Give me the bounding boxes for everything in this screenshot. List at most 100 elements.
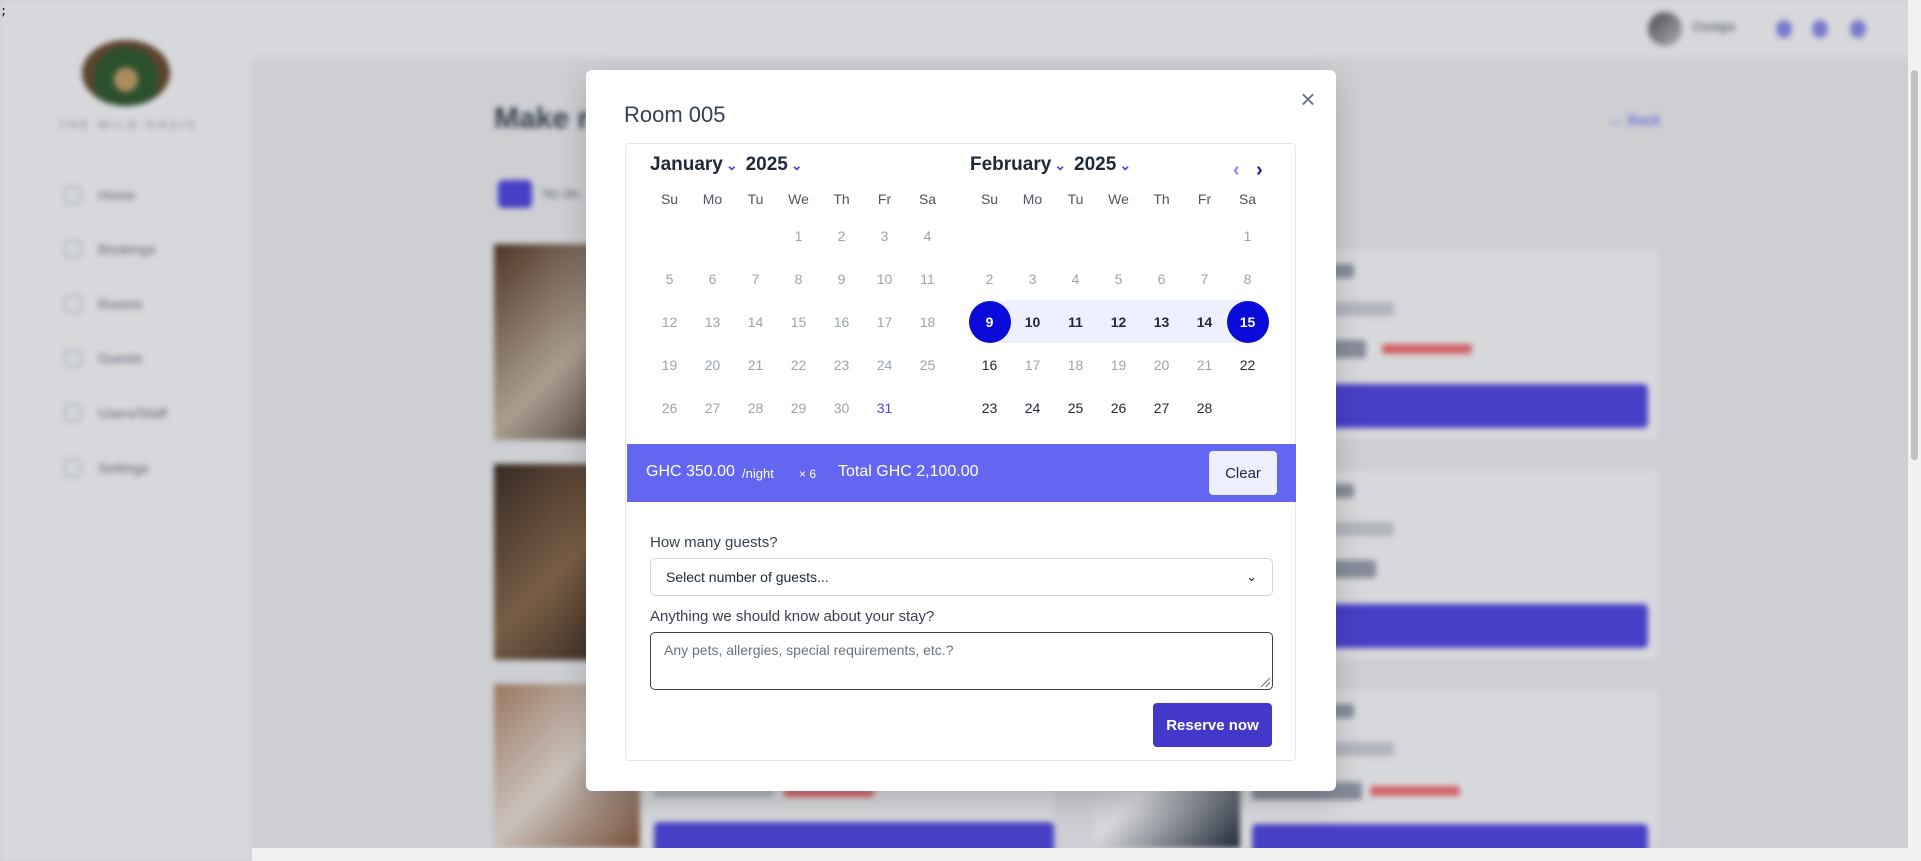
guests-select[interactable]: Select number of guests... ⌄	[650, 558, 1273, 596]
calendar-day-number: 26	[661, 399, 678, 416]
calendar-day[interactable]: 19	[1097, 343, 1140, 386]
calendar-day[interactable]: 21	[734, 343, 777, 386]
calendar-day[interactable]: 21	[1183, 343, 1226, 386]
calendar-day[interactable]: 12	[1097, 300, 1140, 343]
calendar-day[interactable]: 8	[777, 257, 820, 300]
calendar-day[interactable]: 9	[820, 257, 863, 300]
calendar-day[interactable]: 5	[1097, 257, 1140, 300]
calendar-day[interactable]: 7	[734, 257, 777, 300]
calendar-day-number: 21	[1196, 356, 1213, 373]
calendar-day-empty	[1183, 214, 1226, 257]
calendar-day[interactable]: 29	[777, 386, 820, 429]
close-button[interactable]: ×	[1294, 86, 1322, 114]
month-select[interactable]: January ⌄	[650, 154, 738, 176]
chevron-down-icon: ⌄	[790, 156, 803, 173]
calendar-day[interactable]: 2	[968, 257, 1011, 300]
calendar-day[interactable]: 26	[1097, 386, 1140, 429]
calendar-day[interactable]: 7	[1183, 257, 1226, 300]
year-label: 2025	[745, 154, 788, 175]
vertical-scrollbar[interactable]	[1908, 0, 1921, 861]
calendar-day[interactable]: 25	[1054, 386, 1097, 429]
close-icon: ×	[1300, 84, 1316, 114]
month-select[interactable]: February ⌄	[970, 154, 1066, 176]
calendar-day-number: 12	[1110, 313, 1127, 330]
calendar-day[interactable]: 24	[863, 343, 906, 386]
prev-month-button[interactable]: ‹	[1233, 160, 1240, 180]
calendar-day[interactable]: 25	[906, 343, 949, 386]
notes-textarea[interactable]: Any pets, allergies, special requirement…	[650, 632, 1273, 690]
clear-button[interactable]: Clear	[1209, 451, 1277, 495]
weekday-row: Su Mo Tu We Th Fr Sa	[968, 191, 1269, 207]
chevron-down-icon: ⌄	[1246, 569, 1257, 584]
calendar-day[interactable]: 1	[777, 214, 820, 257]
calendar-day[interactable]: 4	[906, 214, 949, 257]
calendar-day[interactable]: 10	[863, 257, 906, 300]
calendar-day[interactable]: 14	[734, 300, 777, 343]
calendar-day-number: 16	[981, 356, 998, 373]
year-select[interactable]: 2025 ⌄	[746, 154, 803, 176]
resize-handle-icon[interactable]	[1261, 678, 1270, 687]
calendar-day[interactable]: 27	[1140, 386, 1183, 429]
calendar-day-number: 1	[1243, 227, 1252, 244]
calendar-day[interactable]: 18	[906, 300, 949, 343]
calendar-day-number: 14	[1196, 313, 1213, 330]
calendar-day[interactable]: 3	[1011, 257, 1054, 300]
calendar-day[interactable]: 16	[968, 343, 1011, 386]
calendar-day[interactable]: 20	[1140, 343, 1183, 386]
calendar-day[interactable]: 20	[691, 343, 734, 386]
weekday-label: Th	[833, 191, 850, 207]
weekday-label: We	[1108, 191, 1129, 207]
calendar-day[interactable]: 11	[1054, 300, 1097, 343]
calendar-day[interactable]: 28	[734, 386, 777, 429]
calendar-day[interactable]: 5	[648, 257, 691, 300]
calendar-day[interactable]: 18	[1054, 343, 1097, 386]
weekday-label: Mo	[702, 191, 723, 207]
calendar-day[interactable]: 28	[1183, 386, 1226, 429]
calendar-day-number: 10	[876, 270, 893, 287]
calendar-day-number: 15	[1226, 300, 1269, 343]
calendar-day[interactable]: 22	[777, 343, 820, 386]
calendar-day[interactable]: 17	[1011, 343, 1054, 386]
reserve-now-button[interactable]: Reserve now	[1153, 703, 1272, 747]
calendar-day[interactable]: 26	[648, 386, 691, 429]
calendar-day[interactable]: 17	[863, 300, 906, 343]
calendar-day[interactable]: 12	[648, 300, 691, 343]
calendar-day[interactable]: 13	[1140, 300, 1183, 343]
calendar-day[interactable]: 4	[1054, 257, 1097, 300]
calendar-day[interactable]: 30	[820, 386, 863, 429]
calendar-day[interactable]: 1	[1226, 214, 1269, 257]
year-select[interactable]: 2025 ⌄	[1074, 154, 1131, 176]
calendar-day[interactable]: 3	[863, 214, 906, 257]
calendar-day[interactable]: 13	[691, 300, 734, 343]
calendar-day-number: 3	[1028, 270, 1037, 287]
calendar-day[interactable]: 27	[691, 386, 734, 429]
calendar-day[interactable]: 23	[968, 386, 1011, 429]
month-label: January	[650, 154, 723, 175]
scrollbar-thumb[interactable]	[1911, 70, 1918, 460]
calendar-day[interactable]: 19	[648, 343, 691, 386]
calendar-day[interactable]: 24	[1011, 386, 1054, 429]
chevron-down-icon: ⌄	[1119, 156, 1132, 173]
calendar-day[interactable]: 22	[1226, 343, 1269, 386]
guests-label: How many guests?	[650, 534, 778, 551]
calendar-day[interactable]: 8	[1226, 257, 1269, 300]
calendar-day[interactable]: 2	[820, 214, 863, 257]
calendar-day[interactable]: 11	[906, 257, 949, 300]
booking-panel: January ⌄ 2025 ⌄ February ⌄ 2025 ⌄ ‹ › S…	[625, 143, 1296, 761]
calendar-day-number: 13	[704, 313, 721, 330]
calendar-day[interactable]: 23	[820, 343, 863, 386]
horizontal-scrollbar[interactable]	[252, 848, 1908, 861]
calendar-day[interactable]: 9	[968, 300, 1011, 343]
calendar-day[interactable]: 14	[1183, 300, 1226, 343]
calendar-day[interactable]: 6	[691, 257, 734, 300]
calendar-day[interactable]: 15	[1226, 300, 1269, 343]
calendar-day[interactable]: 16	[820, 300, 863, 343]
calendar-day[interactable]: 6	[1140, 257, 1183, 300]
calendar-day-number: 17	[1024, 356, 1041, 373]
calendar-day[interactable]: 31	[863, 386, 906, 429]
calendar-day[interactable]: 10	[1011, 300, 1054, 343]
next-month-button[interactable]: ›	[1256, 160, 1263, 180]
calendar-day-number: 25	[919, 356, 936, 373]
calendar-day-number: 27	[704, 399, 721, 416]
calendar-day[interactable]: 15	[777, 300, 820, 343]
